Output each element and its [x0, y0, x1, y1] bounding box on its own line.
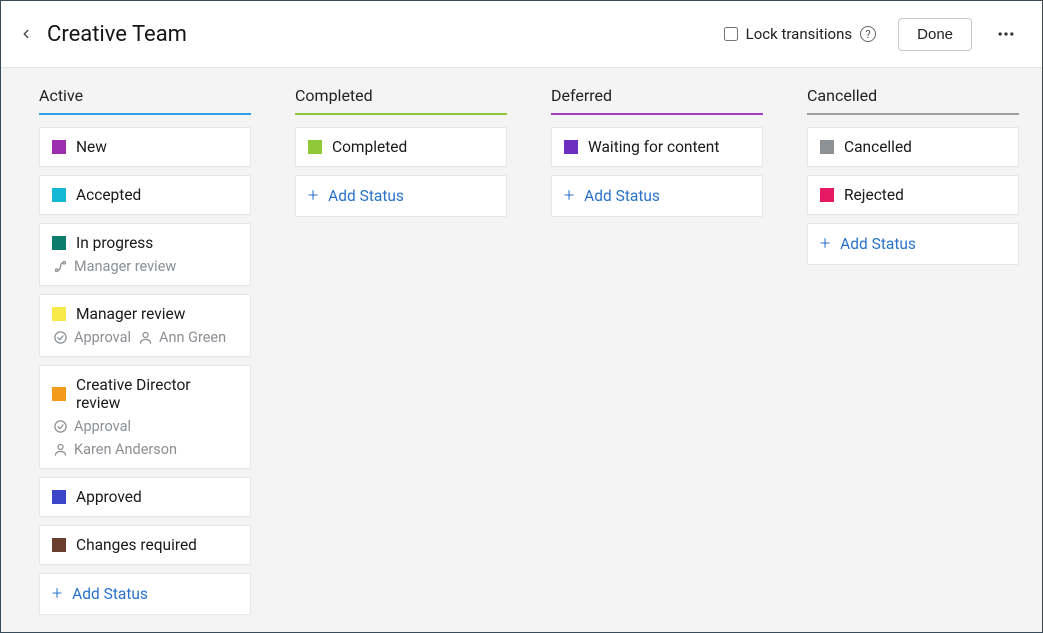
- column-separator: [807, 113, 1019, 115]
- add-status-button[interactable]: + Add Status: [807, 223, 1019, 265]
- status-label: Manager review: [76, 305, 185, 323]
- status-color-swatch: [52, 236, 66, 250]
- more-menu-button[interactable]: [992, 20, 1020, 48]
- page-title: Creative Team: [47, 22, 187, 47]
- column-active: Active New Accepted In progress Manager revi…: [39, 86, 251, 615]
- status-card[interactable]: Approved: [39, 477, 251, 517]
- status-label: Creative Director review: [76, 376, 238, 412]
- status-label: Rejected: [844, 186, 904, 204]
- status-meta-text: Approval: [74, 418, 131, 435]
- status-meta-text: Approval: [74, 329, 131, 346]
- done-button[interactable]: Done: [898, 18, 972, 51]
- status-card[interactable]: In progress Manager review: [39, 223, 251, 286]
- add-status-label: Add Status: [72, 585, 148, 603]
- column-separator: [39, 113, 251, 115]
- status-label: Completed: [332, 138, 407, 156]
- status-label: New: [76, 138, 107, 156]
- status-meta: Manager review: [52, 258, 238, 275]
- lock-transitions-checkbox[interactable]: [724, 27, 738, 41]
- column-separator: [295, 113, 507, 115]
- status-card[interactable]: Rejected: [807, 175, 1019, 215]
- status-color-swatch: [52, 140, 66, 154]
- column-title: Active: [39, 86, 251, 113]
- status-label: Waiting for content: [588, 138, 719, 156]
- status-card[interactable]: New: [39, 127, 251, 167]
- status-color-swatch: [820, 188, 834, 202]
- column-cancelled: Cancelled Cancelled Rejected + Add Status: [807, 86, 1019, 265]
- status-meta-text: Manager review: [74, 258, 176, 275]
- status-color-swatch: [52, 490, 66, 504]
- status-card[interactable]: Changes required: [39, 525, 251, 565]
- status-card[interactable]: Creative Director review Approval Karen An…: [39, 365, 251, 469]
- status-color-swatch: [52, 188, 66, 202]
- column-separator: [551, 113, 763, 115]
- status-meta: Karen Anderson: [52, 441, 238, 458]
- plus-icon: +: [308, 187, 318, 205]
- column-deferred: Deferred Waiting for content + Add Status: [551, 86, 763, 217]
- status-label: Cancelled: [844, 138, 912, 156]
- status-card[interactable]: Completed: [295, 127, 507, 167]
- approval-icon: [52, 330, 68, 346]
- user-icon: [52, 442, 68, 458]
- status-card[interactable]: Waiting for content: [551, 127, 763, 167]
- status-meta-text: Karen Anderson: [74, 441, 177, 458]
- board: Active New Accepted In progress Manager revi…: [1, 67, 1042, 632]
- status-label: Approved: [76, 488, 142, 506]
- status-label: Accepted: [76, 186, 141, 204]
- status-color-swatch: [52, 387, 66, 401]
- add-status-label: Add Status: [328, 187, 404, 205]
- status-meta-text: Ann Green: [159, 329, 226, 346]
- status-meta: Approval Ann Green: [52, 329, 238, 346]
- workflow-editor: Creative Team Lock transitions ? Done Ac…: [0, 0, 1043, 633]
- status-label: Changes required: [76, 536, 197, 554]
- status-color-swatch: [308, 140, 322, 154]
- header: Creative Team Lock transitions ? Done: [1, 1, 1042, 67]
- lock-transitions-label: Lock transitions: [746, 25, 852, 43]
- user-icon: [137, 330, 153, 346]
- add-status-label: Add Status: [584, 187, 660, 205]
- status-card[interactable]: Manager review Approval Ann Green: [39, 294, 251, 357]
- status-color-swatch: [52, 538, 66, 552]
- help-icon[interactable]: ?: [860, 26, 876, 42]
- add-status-label: Add Status: [840, 235, 916, 253]
- status-color-swatch: [52, 307, 66, 321]
- status-card[interactable]: Accepted: [39, 175, 251, 215]
- plus-icon: +: [52, 585, 62, 603]
- column-title: Cancelled: [807, 86, 1019, 113]
- add-status-button[interactable]: + Add Status: [551, 175, 763, 217]
- status-label: In progress: [76, 234, 153, 252]
- add-status-button[interactable]: + Add Status: [295, 175, 507, 217]
- chevron-left-icon: [19, 27, 33, 41]
- lock-transitions-toggle[interactable]: Lock transitions ?: [724, 25, 876, 43]
- flow-icon: [52, 259, 68, 275]
- status-color-swatch: [820, 140, 834, 154]
- column-title: Deferred: [551, 86, 763, 113]
- status-meta: Approval: [52, 418, 238, 435]
- add-status-button[interactable]: + Add Status: [39, 573, 251, 615]
- approval-icon: [52, 419, 68, 435]
- status-color-swatch: [564, 140, 578, 154]
- more-horizontal-icon: [996, 24, 1016, 44]
- column-completed: Completed Completed + Add Status: [295, 86, 507, 217]
- back-button[interactable]: [15, 23, 37, 45]
- plus-icon: +: [820, 235, 830, 253]
- plus-icon: +: [564, 187, 574, 205]
- column-title: Completed: [295, 86, 507, 113]
- status-card[interactable]: Cancelled: [807, 127, 1019, 167]
